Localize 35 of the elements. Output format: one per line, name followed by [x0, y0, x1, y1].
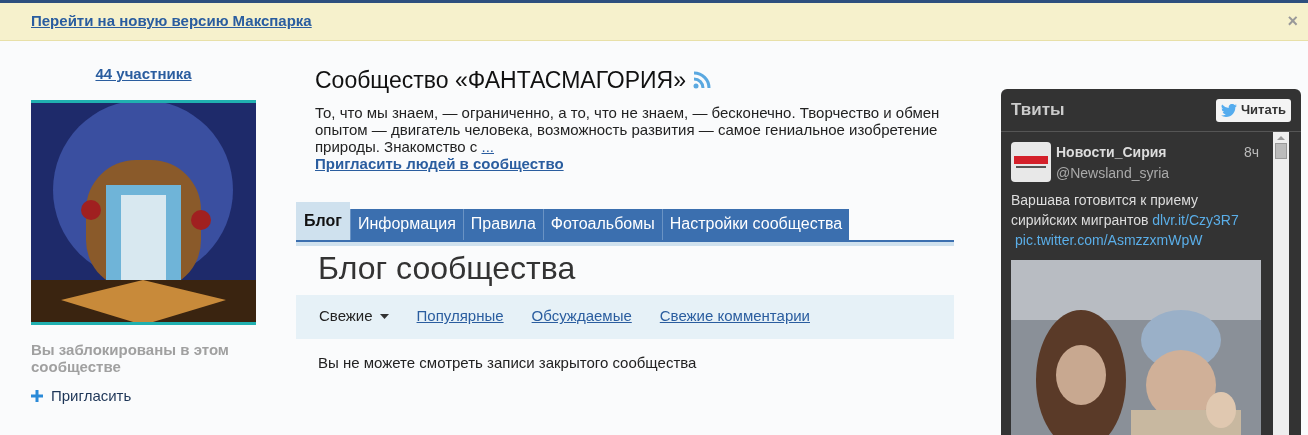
scroll-up-icon[interactable] — [1277, 136, 1285, 140]
community-title: Сообщество «ФАНТАСМАГОРИЯ» — [315, 66, 687, 95]
scrollbar[interactable] — [1273, 132, 1289, 435]
tab[interactable]: Правила — [462, 208, 543, 240]
blog-heading: Блог сообщества — [318, 248, 577, 288]
tab[interactable]: Фотоальбомы — [542, 208, 662, 240]
tab[interactable]: Информация — [349, 208, 463, 240]
filter-link[interactable]: Обсуждаемые — [531, 305, 632, 328]
plus-icon — [31, 389, 43, 402]
tab[interactable]: Настройки сообщества — [661, 208, 850, 240]
tweet-text: Варшава готовится к приему сирийских мигрантов dlvr.it/Czy3R7 pic.twitter.com/AsmzzxmWpW — [1011, 191, 1240, 250]
filter-link[interactable]: Свежие — [319, 305, 389, 328]
rss-icon[interactable] — [692, 70, 713, 91]
scroll-thumb[interactable] — [1275, 143, 1287, 159]
filter-link[interactable]: Свежие комментарии — [659, 305, 810, 328]
members-link[interactable]: 44 участника — [95, 63, 192, 86]
follow-button[interactable]: Читать — [1215, 98, 1291, 122]
tweet-link[interactable]: dlvr.it/Czy3R7 — [1152, 212, 1239, 228]
bird-icon — [1220, 103, 1237, 117]
blocked-note: Вы заблокированы в этом сообществе — [31, 340, 230, 375]
invite-people-link[interactable]: Пригласить людей в сообщество — [315, 154, 954, 172]
closed-message: Вы не можете смотреть записи закрытого сообщества — [318, 352, 698, 373]
tab[interactable]: Блог — [296, 201, 350, 240]
logo-icon — [1011, 142, 1051, 182]
invite-button[interactable]: Пригласить — [31, 384, 256, 407]
more-link[interactable]: ... — [481, 137, 494, 155]
caret-icon — [379, 314, 389, 319]
new-version-link[interactable]: Перейти на новую версию Макспарка — [31, 10, 312, 33]
author-name[interactable]: Новости_Сирия — [1056, 142, 1167, 163]
author-handle: @Newsland_syria — [1056, 164, 1171, 183]
widget-title: Твиты — [1011, 99, 1065, 122]
community-description: То, что мы знаем, — ограниченно, а то, что не знаем, — бесконечно. Творчество и обмен опытом — двигатель человека, возможность развития — самое гениальное изобретение природы. Знакомство с ... — [315, 103, 941, 155]
tweet-time: 8ч — [1243, 143, 1259, 162]
tweet-link[interactable]: pic.twitter.com/AsmzzxmWpW — [1015, 232, 1203, 248]
filter-link[interactable]: Популярные — [416, 305, 504, 328]
